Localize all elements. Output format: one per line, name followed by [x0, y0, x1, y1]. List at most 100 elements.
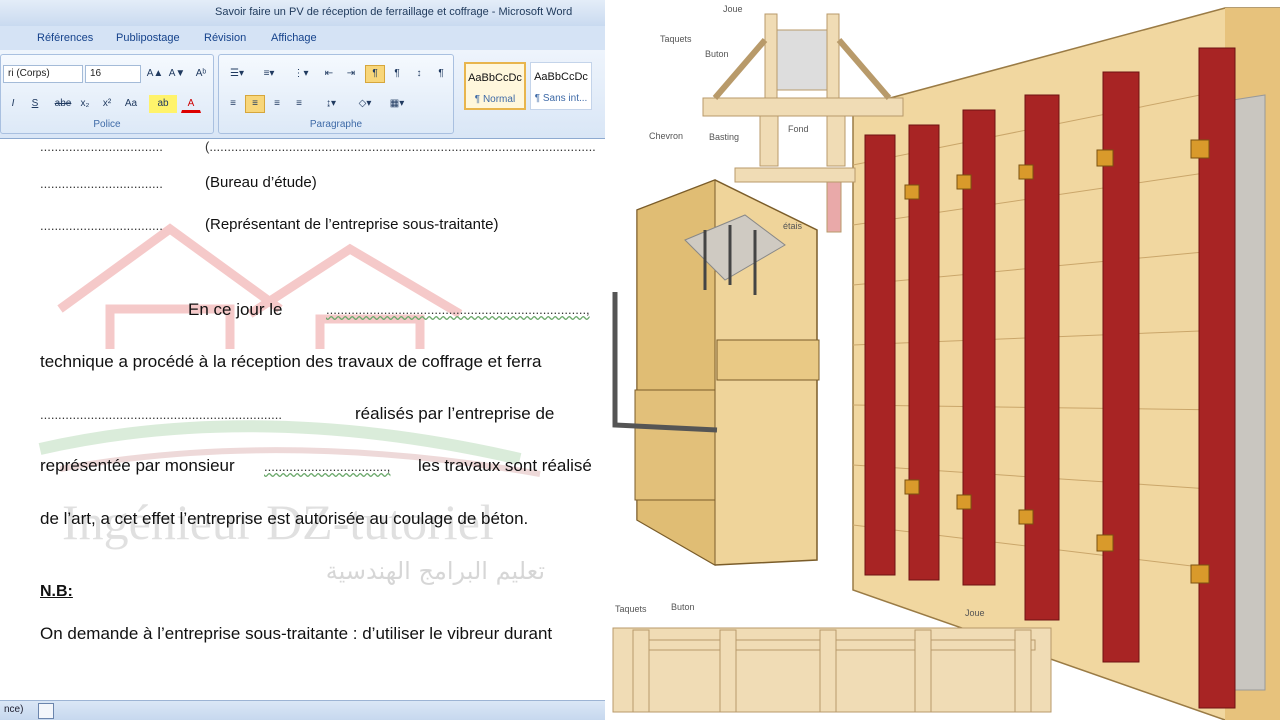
beam-concrete — [776, 29, 828, 91]
group-label-paragraphe: Paragraphe — [309, 119, 363, 130]
style-sans-name: ¶ Sans int... — [534, 93, 588, 104]
align-right-button[interactable]: ≡ — [267, 95, 287, 113]
para-line-5: de l’art, a cet effet l’entreprise est a… — [40, 509, 529, 528]
clamp-9 — [1096, 534, 1114, 552]
tab-affichage[interactable]: Affichage — [271, 32, 317, 44]
para-line-4-a: représentée par monsieur — [40, 456, 235, 475]
shrink-font-button[interactable]: A▼ — [167, 65, 187, 83]
style-sans-preview: AaBbCcDc — [534, 71, 588, 83]
shading-button[interactable]: ◇▾ — [351, 95, 379, 113]
document-page[interactable]: Ingénieur DZ-tutoriel تعليم البرامج الهن… — [0, 139, 605, 701]
word-window: Savoir faire un PV de réception de ferra… — [0, 0, 605, 720]
group-label-police: Police — [93, 119, 121, 130]
style-normal-preview: AaBbCcDc — [468, 72, 522, 84]
label-buton: Buton — [705, 49, 729, 59]
font-color-button[interactable]: A — [181, 95, 201, 113]
beam-strut-right — [836, 38, 892, 100]
beam-prop — [826, 181, 842, 233]
sort-button[interactable]: ↕ — [409, 65, 429, 83]
underline-button[interactable]: S — [25, 95, 45, 113]
align-left-button[interactable]: ≡ — [223, 95, 243, 113]
para-line-2: technique a procédé à la réception des t… — [40, 352, 542, 371]
style-normal-name: ¶ Normal — [474, 94, 516, 105]
beam-post-right — [826, 115, 846, 167]
tab-revision[interactable]: Révision — [204, 32, 246, 44]
formwork-drawing: Joue Taquets Buton Fond Chevron Basting … — [612, 4, 1280, 720]
style-sans-interligne[interactable]: AaBbCcDc ¶ Sans int... — [530, 62, 592, 110]
waler-1 — [864, 134, 896, 576]
font-size-box[interactable]: 16 — [85, 65, 141, 83]
ribbon: ri (Corps) 16 A▲ A▼ Aᵇ I S abe x₂ x² Aa … — [0, 50, 605, 139]
title-bar: Savoir faire un PV de réception de ferra… — [0, 0, 605, 27]
tab-publipostage[interactable]: Publipostage — [116, 32, 180, 44]
label-taquets: Taquets — [660, 34, 692, 44]
label-buton-bottom: Buton — [671, 602, 695, 612]
beam-chevron — [734, 167, 856, 183]
rtl-button[interactable]: ¶ — [387, 65, 407, 83]
beam-bottom-board — [702, 97, 904, 117]
clamp-6 — [904, 479, 920, 495]
watermark-arabic: تعليم البرامج الهندسية — [326, 557, 545, 585]
ribbon-tabs: Références Publipostage Révision Afficha… — [0, 26, 605, 50]
subscript-button[interactable]: x₂ — [75, 95, 95, 113]
beam-joue-right — [826, 13, 840, 99]
line-spacing-button[interactable]: ↨▾ — [317, 95, 345, 113]
group-paragraphe: ☰▾ ≡▾ ⋮▾ ⇤ ⇥ ¶ ¶ ↕ ¶ ≡ ≡ ≡ ≡ ↨▾ ◇▾ ▦▾ Pa… — [218, 54, 454, 134]
increase-indent-button[interactable]: ⇥ — [341, 65, 361, 83]
strikethrough-button[interactable]: abe — [53, 95, 73, 113]
bottom-post-4 — [914, 629, 932, 713]
font-name-box[interactable]: ri (Corps) — [3, 65, 83, 83]
borders-button[interactable]: ▦▾ — [383, 95, 411, 113]
style-normal[interactable]: AaBbCcDc ¶ Normal — [464, 62, 526, 110]
clamp-10 — [1190, 564, 1210, 584]
beam-post-left — [759, 115, 779, 167]
bottom-post-3 — [819, 629, 837, 713]
representant-text: (Représentant de l’entreprise sous-trait… — [205, 216, 499, 233]
bullets-button[interactable]: ☰▾ — [223, 65, 251, 83]
group-police: ri (Corps) 16 A▲ A▼ Aᵇ I S abe x₂ x² Aa … — [0, 54, 214, 134]
bottom-post-5 — [1014, 629, 1032, 713]
column-yoke-lower — [634, 389, 716, 501]
window-title: Savoir faire un PV de réception de ferra… — [215, 6, 573, 18]
bottom-post-2 — [719, 629, 737, 713]
column-yoke — [716, 339, 820, 381]
clamp-1 — [904, 184, 920, 200]
grow-font-button[interactable]: A▲ — [145, 65, 165, 83]
decrease-indent-button[interactable]: ⇤ — [319, 65, 339, 83]
concrete-edge — [1232, 94, 1266, 691]
justify-button[interactable]: ≡ — [289, 95, 309, 113]
label-taquets-bottom: Taquets — [615, 604, 647, 614]
status-language[interactable]: nce) — [4, 704, 23, 715]
show-marks-button[interactable]: ¶ — [431, 65, 451, 83]
change-case-button[interactable]: Aa — [119, 95, 143, 113]
para-intro-dots: ........................................… — [326, 302, 590, 317]
label-basting: Basting — [709, 132, 739, 142]
numbering-button[interactable]: ≡▾ — [255, 65, 283, 83]
nb-text: On demande à l’entreprise sous-traitante… — [40, 624, 553, 643]
highlight-button[interactable]: ab — [149, 95, 177, 113]
tab-references[interactable]: Références — [37, 32, 93, 44]
label-joue-bottom: Joue — [965, 608, 985, 618]
clamp-3 — [1018, 164, 1034, 180]
line3-dots: .................................. — [40, 218, 163, 233]
multilevel-button[interactable]: ⋮▾ — [287, 65, 315, 83]
para-line-4-b: les travaux sont réalisé — [418, 456, 592, 475]
superscript-button[interactable]: x² — [97, 95, 117, 113]
para-line-3-dots: ........................................… — [40, 407, 282, 422]
label-etais: étais — [783, 221, 803, 231]
clamp-8 — [1018, 509, 1034, 525]
label-joue: Joue — [723, 4, 743, 14]
formwork-illustration: Joue Taquets Buton Fond Chevron Basting … — [605, 0, 1280, 720]
clear-format-button[interactable]: Aᵇ — [191, 65, 211, 83]
italic-button[interactable]: I — [3, 95, 23, 113]
ltr-button[interactable]: ¶ — [365, 65, 385, 83]
para-intro: En ce jour le — [188, 300, 283, 319]
clamp-5 — [1190, 139, 1210, 159]
align-center-button[interactable]: ≡ — [245, 95, 265, 113]
para-line-3-text: réalisés par l’entreprise de — [355, 404, 555, 423]
label-fond: Fond — [788, 124, 809, 134]
macro-record-icon[interactable] — [38, 703, 54, 719]
line2-dots: .................................. — [40, 176, 163, 191]
clamp-2 — [956, 174, 972, 190]
beam-joue-left — [764, 13, 778, 99]
